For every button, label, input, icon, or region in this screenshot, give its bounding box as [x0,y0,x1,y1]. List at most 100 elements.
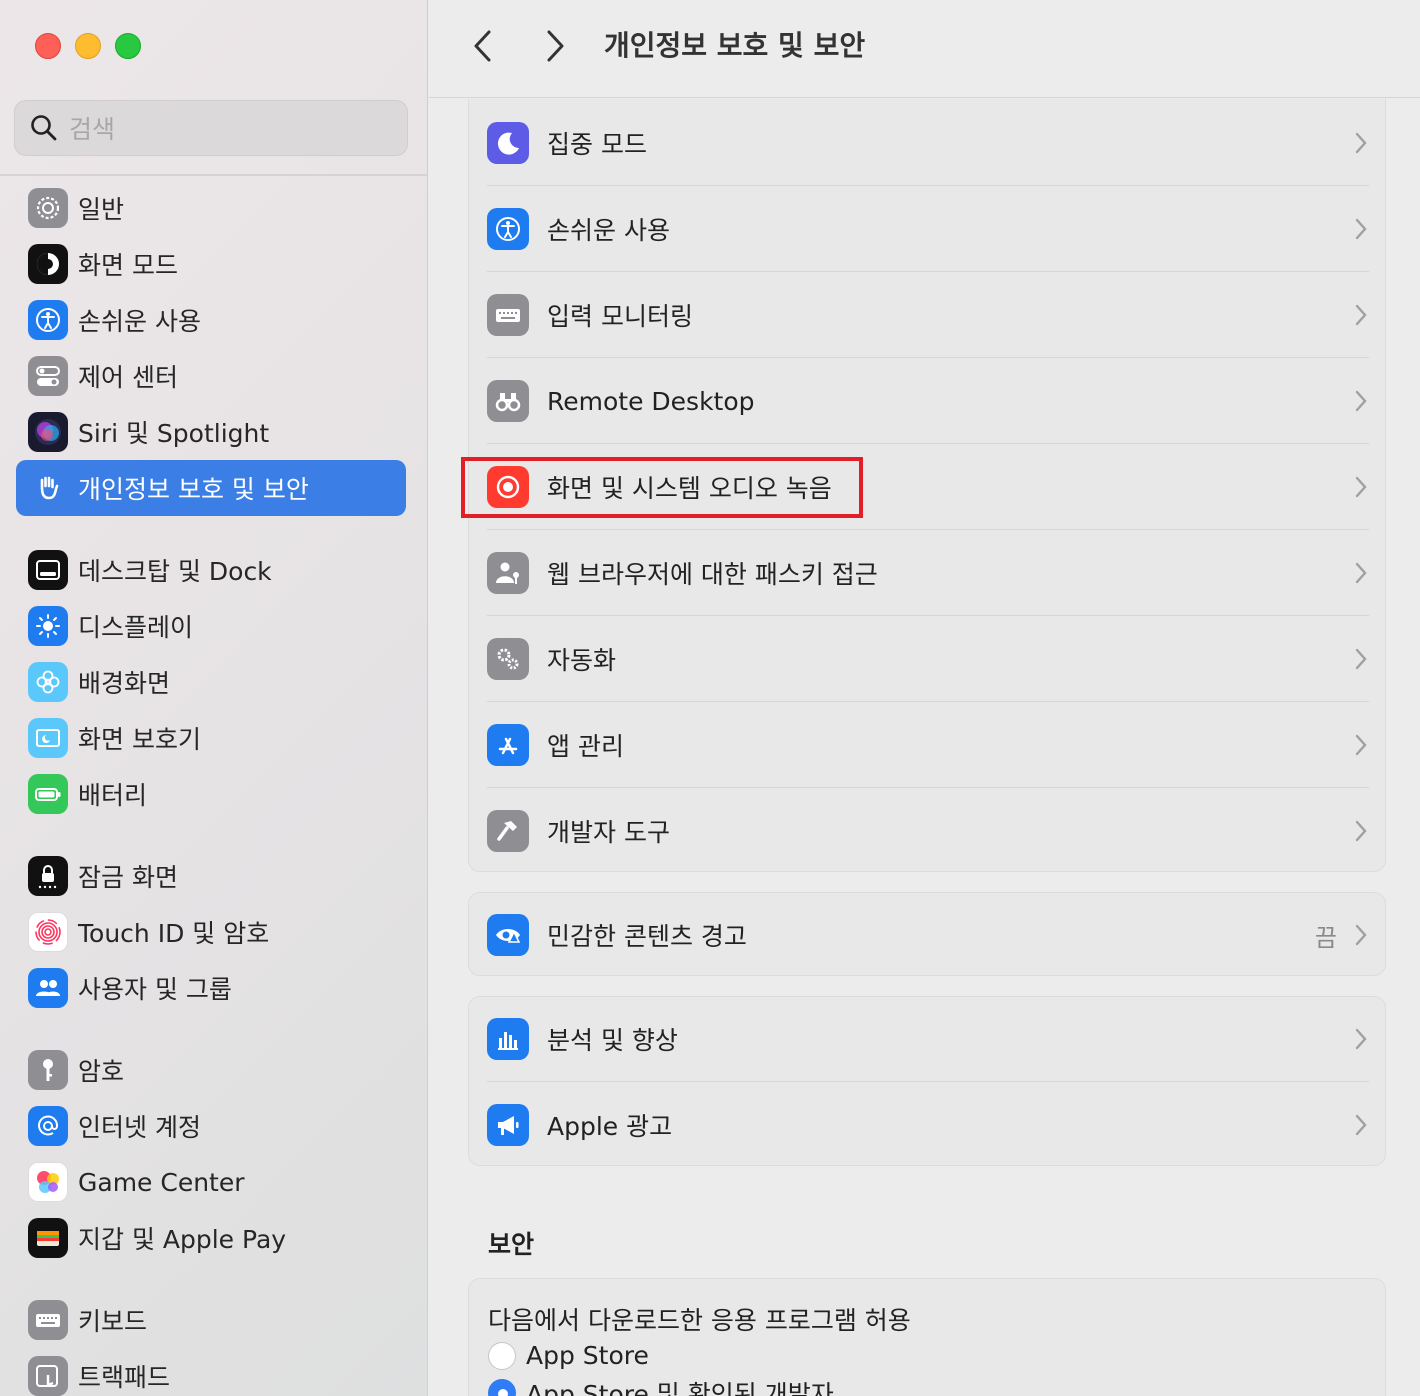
sidebar-item-lock-screen[interactable]: 잠금 화면 [16,848,406,904]
sidebar-item-general[interactable]: 일반 [16,180,406,236]
sidebar-item-users-groups[interactable]: 사용자 및 그룹 [16,960,406,1016]
row-label: 자동화 [547,646,617,675]
row-label: 개발자 도구 [547,818,670,847]
row-label: 앱 관리 [547,732,624,761]
radio-app-store[interactable]: App Store [488,1341,649,1370]
sidebar-item-label: 암호 [78,1057,125,1086]
siri-icon [28,412,68,452]
sidebar-item-accessibility[interactable]: 손쉬운 사용 [16,292,406,348]
row-app-management[interactable]: 앱 관리 [469,702,1387,788]
sidebar-item-trackpad[interactable]: 트랙패드 [16,1348,406,1396]
row-label: 입력 모니터링 [547,302,693,331]
eye-warning-icon [487,914,529,956]
flower-icon [28,662,68,702]
row-accessibility[interactable]: 손쉬운 사용 [469,186,1387,272]
sidebar-item-label: 트랙패드 [78,1363,171,1392]
row-label: Remote Desktop [547,386,755,416]
radio-button[interactable] [488,1379,516,1396]
row-remote-desktop[interactable]: Remote Desktop [469,358,1387,444]
trackpad-icon [28,1356,68,1396]
control-center-icon [28,356,68,396]
sidebar-item-label: 디스플레이 [78,613,194,642]
chevron-right-icon [1355,562,1367,584]
row-label: 민감한 콘텐츠 경고 [547,922,747,951]
sidebar-item-battery[interactable]: 배터리 [16,766,406,822]
minimize-window-button[interactable] [75,33,101,59]
sidebar-item-label: 잠금 화면 [78,863,178,892]
keyboard-icon [487,294,529,336]
row-analytics[interactable]: 분석 및 향상 [469,996,1387,1082]
battery-icon [28,774,68,814]
analytics-card: 분석 및 향상 Apple 광고 [468,996,1386,1166]
radio-label: App Store [526,1341,649,1370]
chevron-right-icon [1355,218,1367,240]
sidebar-item-label: 키보드 [78,1307,148,1336]
row-passkey-access[interactable]: 웹 브라우저에 대한 패스키 접근 [469,530,1387,616]
sidebar-item-label: 일반 [78,195,125,224]
sidebar-item-privacy-security[interactable]: 개인정보 보호 및 보안 [16,460,406,516]
chevron-right-icon [1355,1114,1367,1136]
accessibility-icon [487,208,529,250]
moon-icon [487,122,529,164]
sidebar-item-touch-id[interactable]: Touch ID 및 암호 [16,904,406,960]
sidebar-item-label: 제어 센터 [78,363,178,392]
chevron-left-icon [474,30,491,62]
row-apple-advertising[interactable]: Apple 광고 [469,1082,1387,1168]
zoom-window-button[interactable] [115,33,141,59]
sidebar-item-label: 배터리 [78,781,148,810]
sidebar-item-keyboard[interactable]: 키보드 [16,1292,406,1348]
sidebar-item-passwords[interactable]: 암호 [16,1042,406,1098]
row-focus[interactable]: 집중 모드 [469,100,1387,186]
chevron-right-icon [1355,648,1367,670]
sidebar-item-internet-accounts[interactable]: 인터넷 계정 [16,1098,406,1154]
chevron-right-icon [1355,820,1367,842]
sidebar-item-wallet-apple-pay[interactable]: 지갑 및 Apple Pay [16,1210,406,1266]
sidebar-item-control-center[interactable]: 제어 센터 [16,348,406,404]
chevron-right-icon [1355,304,1367,326]
sidebar-item-screensaver[interactable]: 화면 보호기 [16,710,406,766]
sidebar-item-desktop-dock[interactable]: 데스크탑 및 Dock [16,542,406,598]
radio-label: App Store 및 확인된 개발자 [526,1380,834,1396]
fingerprint-icon [28,912,68,952]
at-icon [28,1106,68,1146]
sidebar-item-label: 지갑 및 Apple Pay [78,1225,287,1254]
close-window-button[interactable] [35,33,61,59]
sidebar-item-label: 사용자 및 그룹 [78,975,232,1004]
hand-icon [28,468,68,508]
search-field[interactable]: 검색 [14,100,408,156]
search-placeholder: 검색 [69,115,116,144]
sidebar: 검색 일반 화면 모드 손쉬운 사용 제어 센터 Siri 및 Spotligh… [0,0,428,1396]
radio-app-store-identified[interactable]: App Store 및 확인된 개발자 [488,1375,834,1396]
back-button[interactable] [463,26,503,66]
game-center-icon [28,1162,68,1202]
search-icon [31,115,57,141]
row-label: 웹 브라우저에 대한 패스키 접근 [547,560,878,589]
sidebar-item-siri-spotlight[interactable]: Siri 및 Spotlight [16,404,406,460]
radio-button[interactable] [488,1341,516,1370]
content-pane: 집중 모드 손쉬운 사용 입력 모니터링 Remote Desktop 화면 및… [429,99,1420,1396]
forward-button[interactable] [535,26,575,66]
row-sensitive-content-warning[interactable]: 민감한 콘텐츠 경고 끔 [469,892,1387,978]
chart-icon [487,1018,529,1060]
chevron-right-icon [1355,924,1367,946]
sidebar-item-wallpaper[interactable]: 배경화면 [16,654,406,710]
row-label: Apple 광고 [547,1112,673,1141]
sidebar-item-game-center[interactable]: Game Center [16,1154,406,1210]
chevron-right-icon [1355,734,1367,756]
row-automation[interactable]: 자동화 [469,616,1387,702]
row-value: 끔 [1314,923,1337,952]
sidebar-item-label: Siri 및 Spotlight [78,419,270,448]
keyboard-icon [28,1300,68,1340]
chevron-right-icon [1355,132,1367,154]
row-input-monitoring[interactable]: 입력 모니터링 [469,272,1387,358]
sidebar-item-appearance[interactable]: 화면 모드 [16,236,406,292]
app-store-icon [487,724,529,766]
sidebar-divider [0,174,427,176]
row-label: 집중 모드 [547,130,647,159]
sidebar-item-label: 인터넷 계정 [78,1113,201,1142]
highlight-box [461,457,863,518]
appearance-icon [28,244,68,284]
person-key-icon [487,552,529,594]
sidebar-item-displays[interactable]: 디스플레이 [16,598,406,654]
row-developer-tools[interactable]: 개발자 도구 [469,788,1387,874]
